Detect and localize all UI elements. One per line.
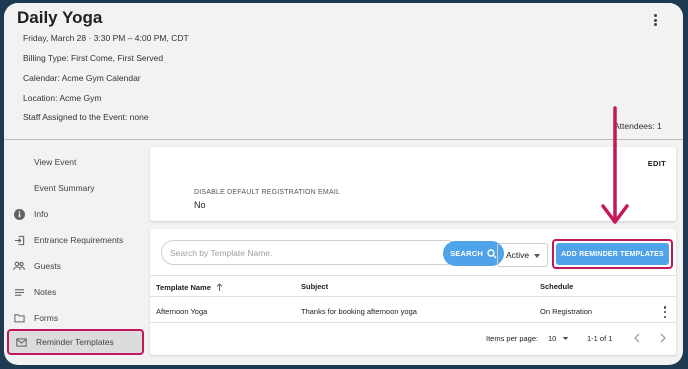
sidebar-item-label: Guests [34,261,61,271]
add-button-highlight: ADD REMINDER TEMPLATES [552,239,673,269]
table-header: Template Name Subject Schedule [150,275,676,297]
sidebar-item-notes[interactable]: Notes [4,279,150,305]
event-location: Location: Acme Gym [23,93,102,103]
cell-template-name: Afternoon Yoga [156,307,208,316]
event-date: Friday, March 28 · 3:30 PM – 4:00 PM, CD… [23,33,189,43]
event-header: Daily Yoga Friday, March 28 · 3:30 PM – … [4,3,683,140]
sidebar-item-guests[interactable]: Guests [4,253,150,279]
sidebar-item-label: Forms [34,313,59,323]
mail-icon [15,336,27,348]
folder-icon [13,312,25,324]
sidebar-item-label: View Event [34,157,77,167]
event-billing: Billing Type: First Come, First Served [23,53,164,63]
header-divider [4,139,683,140]
next-page-icon[interactable] [659,333,667,345]
sidebar-item-label: Info [34,209,49,219]
sidebar-nav: View Event Event Summary Info Entrance R… [4,141,150,365]
search-icon [487,248,497,258]
sidebar-item-view-event[interactable]: View Event [4,149,150,175]
info-icon [13,208,25,220]
search-button-label: SEARCH [450,249,483,258]
pagination-bar: Items per page: 10 1-1 of 1 [150,329,676,349]
status-select-value: Active [506,250,530,260]
sidebar-item-label: Entrance Requirements [34,235,124,245]
status-select[interactable]: Active [497,243,548,267]
column-header-template-name[interactable]: Template Name [156,282,223,292]
sidebar-item-event-summary[interactable]: Event Summary [4,175,150,201]
event-staff: Staff Assigned to the Event: none [23,112,149,122]
sidebar-item-reminder-templates[interactable]: Reminder Templates [7,329,144,355]
edit-button[interactable]: EDIT [648,159,666,168]
app-frame: Daily Yoga Friday, March 28 · 3:30 PM – … [4,3,683,365]
search-box: SEARCH [161,240,504,266]
sidebar-item-label: Reminder Templates [36,337,114,347]
notes-icon [13,286,25,298]
sort-arrow-icon [216,283,223,291]
row-more-options-icon[interactable] [663,306,667,318]
sidebar-item-info[interactable]: Info [4,201,150,227]
pagination-range: 1-1 of 1 [587,334,613,343]
cell-schedule: On Registration [540,307,593,316]
column-header-schedule: Schedule [540,282,574,291]
registration-email-card: EDIT DISABLE DEFAULT REGISTRATION EMAIL … [150,147,676,221]
event-calendar: Calendar: Acme Gym Calendar [23,73,141,83]
items-per-page-label: Items per page: [486,334,539,343]
reminder-templates-card: SEARCH Active ADD REMINDER TEMPLATES Tem… [150,229,676,355]
more-options-icon[interactable] [650,12,660,28]
previous-page-icon[interactable] [633,333,641,345]
registration-email-value: No [194,200,206,210]
sidebar-item-label: Event Summary [34,183,95,193]
chevron-down-icon [534,254,540,258]
search-button[interactable]: SEARCH [443,241,504,266]
page-title: Daily Yoga [17,8,103,27]
registration-email-label: DISABLE DEFAULT REGISTRATION EMAIL [194,189,341,196]
sidebar-item-forms[interactable]: Forms [4,305,150,331]
add-reminder-templates-button[interactable]: ADD REMINDER TEMPLATES [556,243,669,265]
sidebar-item-label: Notes [34,287,57,297]
login-icon [13,234,25,246]
cell-subject: Thanks for booking afternoon yoga [301,307,417,316]
annotation-arrow-icon [601,106,629,224]
people-icon [13,260,25,272]
table-row[interactable]: Afternoon Yoga Thanks for booking aftern… [150,301,676,323]
items-per-page-select[interactable]: 10 [548,334,569,343]
search-input[interactable] [170,245,430,261]
column-header-subject: Subject [301,282,329,291]
sidebar-item-entrance-requirements[interactable]: Entrance Requirements [4,227,150,253]
chevron-down-icon [562,337,569,340]
